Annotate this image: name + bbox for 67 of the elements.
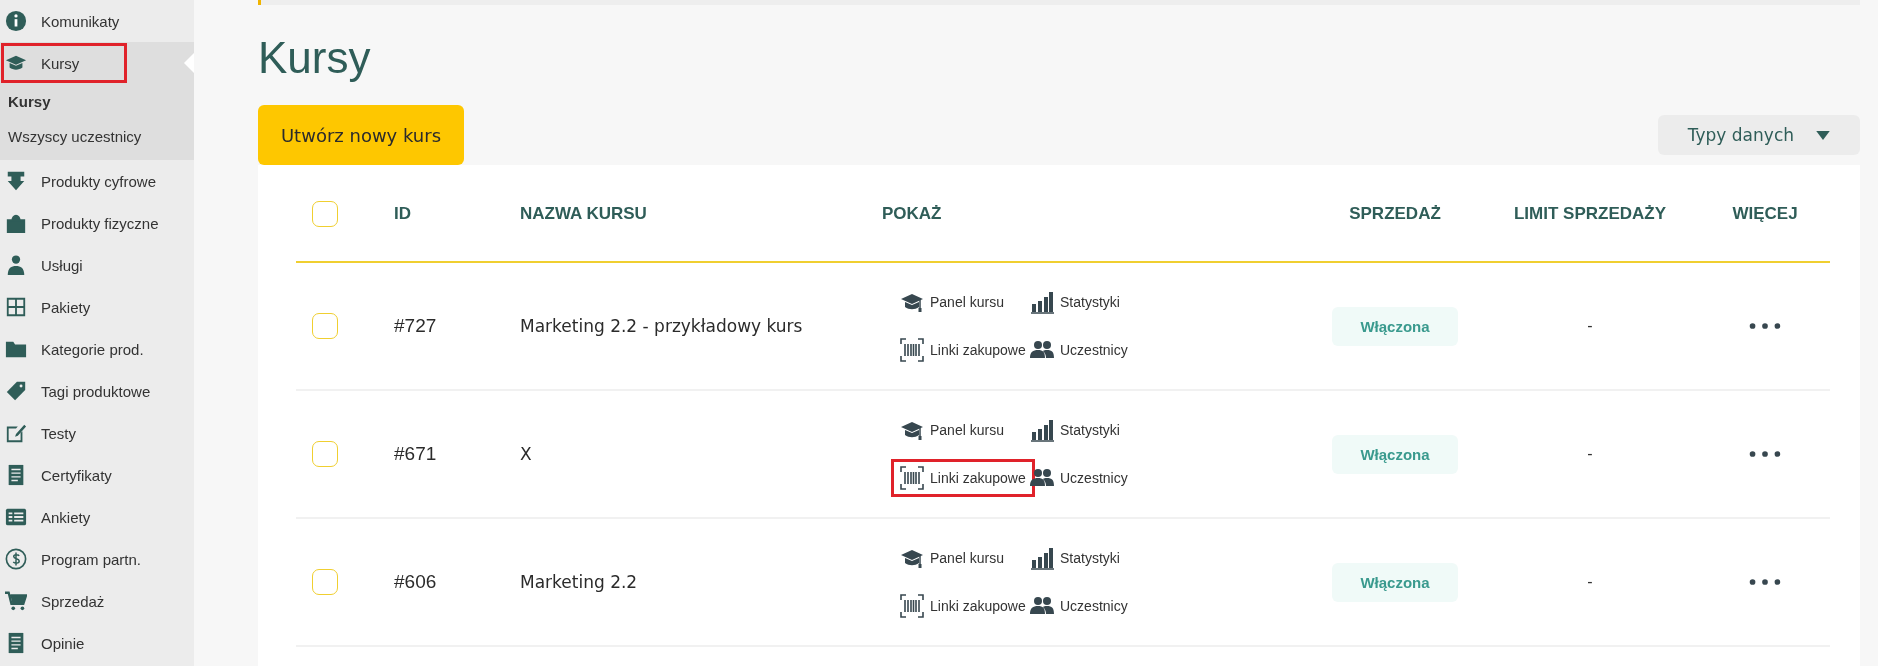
course-id: #671	[394, 443, 437, 464]
sidebar-subitem[interactable]: Kursy	[0, 84, 194, 119]
action-link[interactable]: Panel kursu	[894, 414, 1010, 446]
action-link[interactable]: Statystyki	[1024, 542, 1126, 574]
tag-icon	[5, 380, 27, 402]
column-header: WIĘCEJ	[1732, 204, 1798, 223]
edit-icon	[5, 422, 27, 444]
more-options-icon[interactable]	[1749, 322, 1781, 330]
sidebar-item[interactable]: Produkty fizyczne	[0, 202, 194, 244]
course-name: Marketing 2.2	[520, 572, 638, 592]
course-name: Marketing 2.2 - przykładowy kurs	[520, 316, 803, 336]
sidebar-item[interactable]: Komunikaty	[0, 0, 194, 42]
column-header: NAZWA KURSU	[520, 204, 647, 223]
action-link[interactable]: Statystyki	[1024, 414, 1126, 446]
status-badge: Włączona	[1332, 434, 1458, 474]
download-icon	[5, 170, 27, 192]
sidebar-item[interactable]: Tagi produktowe	[0, 370, 194, 412]
action-link[interactable]: Panel kursu	[894, 286, 1010, 318]
column-header: LIMIT SPRZEDAŻY	[1513, 204, 1667, 223]
select-all-checkbox[interactable]	[312, 201, 338, 227]
caret-icon	[1816, 130, 1830, 140]
column-header: ID	[394, 204, 411, 223]
row-checkbox[interactable]	[312, 569, 338, 595]
sidebar-item[interactable]: Usługi	[0, 244, 194, 286]
sidebar-subitem[interactable]: Wszyscy uczestnicy	[0, 119, 194, 154]
barcode-icon	[900, 466, 924, 490]
sidebar-item[interactable]: Sprzedaż	[0, 580, 194, 622]
sidebar-item[interactable]: Kursy	[0, 42, 128, 84]
cart-icon	[5, 590, 27, 612]
sidebar-item[interactable]: Testy	[0, 412, 194, 454]
barcode-icon	[900, 338, 924, 362]
more-options-icon[interactable]	[1749, 578, 1781, 586]
barcode-icon	[900, 594, 924, 618]
create-course-button[interactable]: Utwórz nowy kurs	[258, 105, 464, 165]
page-title: Kursy	[258, 33, 372, 83]
bar-chart-icon	[1030, 290, 1054, 314]
sales-limit: -	[1587, 445, 1593, 462]
course-id: #727	[394, 315, 437, 336]
person-icon	[5, 254, 27, 276]
status-badge: Włączona	[1332, 562, 1458, 602]
sidebar-item[interactable]: Certyfikaty	[0, 454, 194, 496]
row-checkbox[interactable]	[312, 313, 338, 339]
action-link[interactable]: Statystyki	[1024, 286, 1126, 318]
sidebar-item[interactable]: Opinie	[0, 622, 194, 664]
sidebar-item[interactable]: Pakiety	[0, 286, 194, 328]
bar-chart-icon	[1030, 546, 1054, 570]
shopping-bag-icon	[5, 212, 27, 234]
info-icon	[5, 10, 27, 32]
form-icon	[5, 506, 27, 528]
status-badge: Włączona	[1332, 306, 1458, 346]
sidebar-item[interactable]: Ankiety	[0, 496, 194, 538]
sales-limit: -	[1587, 573, 1593, 590]
course-id: #606	[394, 571, 437, 592]
sidebar-item[interactable]: Produkty cyfrowe	[0, 160, 194, 202]
course-name: X	[520, 444, 532, 464]
sidebar-item[interactable]: Kategorie prod.	[0, 328, 194, 370]
sales-limit: -	[1587, 317, 1593, 334]
row-checkbox[interactable]	[312, 441, 338, 467]
column-header: SPRZEDAŻ	[1349, 204, 1441, 223]
grid-icon	[5, 296, 27, 318]
action-link[interactable]: Panel kursu	[894, 542, 1010, 574]
column-header: POKAŻ	[882, 204, 942, 223]
sidebar-item[interactable]: Program partn.	[0, 538, 194, 580]
bar-chart-icon	[1030, 418, 1054, 442]
data-types-dropdown[interactable]: Typy danych	[1657, 115, 1860, 155]
more-options-icon[interactable]	[1749, 450, 1781, 458]
dollar-icon	[5, 548, 27, 570]
